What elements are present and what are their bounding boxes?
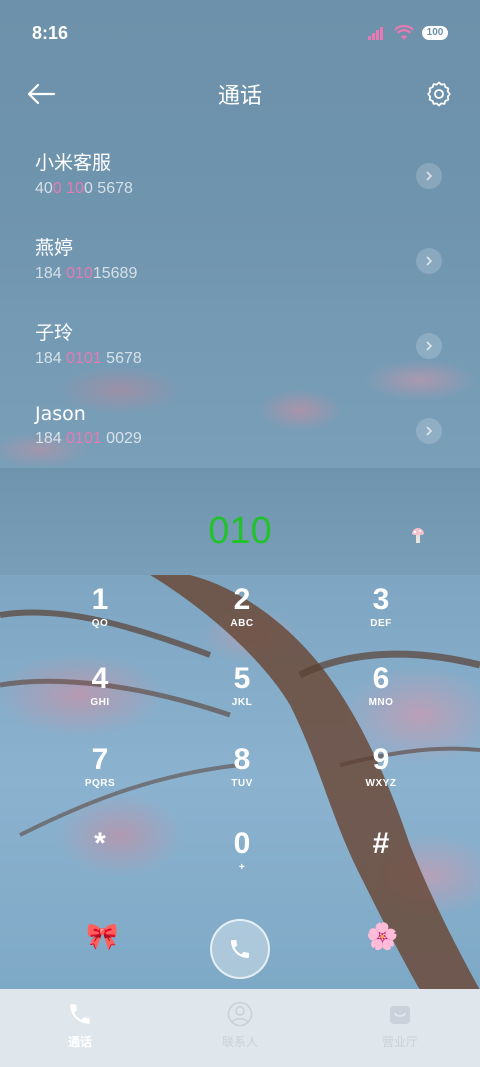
key-star[interactable]: * <box>40 826 160 896</box>
call-button[interactable] <box>210 919 270 979</box>
contact-detail-button[interactable] <box>416 163 442 189</box>
chevron-right-icon <box>426 256 433 266</box>
nav-contacts[interactable]: 联系人 <box>160 989 320 1067</box>
contact-name: Jason <box>35 403 86 425</box>
key-6[interactable]: 6 MNO <box>321 661 441 731</box>
arrow-left-icon <box>27 83 56 105</box>
contact-item[interactable]: 燕婷 184 01015689 <box>0 215 480 300</box>
contact-number: 184 01015689 <box>35 265 138 282</box>
key-8[interactable]: 8 TUV <box>182 742 302 812</box>
nav-label: 联系人 <box>221 1035 258 1049</box>
status-bar: 8:16 100 <box>0 0 480 66</box>
nav-label: 营业厅 <box>381 1035 418 1049</box>
status-time: 8:16 <box>32 22 69 43</box>
delete-button[interactable] <box>408 526 428 546</box>
key-9[interactable]: 9 WXYZ <box>321 742 441 812</box>
contact-number: 400 100 5678 <box>35 180 133 197</box>
key-2[interactable]: 2 ABC <box>182 582 302 652</box>
flower-button[interactable]: 🌸 <box>366 922 398 952</box>
settings-button[interactable] <box>422 77 456 111</box>
contact-name: 子玲 <box>35 322 74 344</box>
contact-detail-button[interactable] <box>416 418 442 444</box>
battery-indicator: 100 <box>422 26 448 40</box>
nav-label: 通话 <box>67 1035 92 1049</box>
status-icons: 100 <box>368 25 448 41</box>
wifi-icon <box>394 25 414 40</box>
key-7[interactable]: 7 PQRS <box>40 742 160 812</box>
key-hash[interactable]: # <box>321 826 441 896</box>
bottom-nav: 通话 联系人 营业厅 <box>0 989 480 1067</box>
chevron-right-icon <box>426 341 433 351</box>
contact-name: 小米客服 <box>35 152 112 174</box>
key-0[interactable]: 0 + <box>182 826 302 896</box>
chevron-right-icon <box>426 171 433 181</box>
contact-detail-button[interactable] <box>416 248 442 274</box>
gear-icon <box>427 81 451 107</box>
key-5[interactable]: 5 JKL <box>182 661 302 731</box>
bow-button[interactable]: 🎀 <box>86 922 118 952</box>
contact-item[interactable]: 小米客服 400 100 5678 <box>0 130 480 215</box>
person-icon <box>227 1001 253 1027</box>
nav-store[interactable]: 营业厅 <box>320 989 480 1067</box>
contact-detail-button[interactable] <box>416 333 442 359</box>
contact-number: 184 0101 0029 <box>35 430 142 447</box>
header: 通话 <box>0 66 480 122</box>
page-title: 通话 <box>217 84 262 109</box>
contact-item[interactable]: 子玲 184 0101 5678 <box>0 300 480 385</box>
contact-name: 燕婷 <box>35 237 74 259</box>
key-3[interactable]: 3 DEF <box>321 582 441 652</box>
chevron-right-icon <box>426 426 433 436</box>
phone-icon <box>70 1004 90 1024</box>
contact-list: 小米客服 400 100 5678 燕婷 184 01015689 子玲 184… <box>0 130 480 470</box>
store-icon <box>390 1006 410 1024</box>
back-button[interactable] <box>24 77 58 111</box>
signal-icon <box>368 27 383 40</box>
key-4[interactable]: 4 GHI <box>40 661 160 731</box>
nav-calls[interactable]: 通话 <box>0 989 160 1067</box>
key-1[interactable]: 1 QO <box>40 582 160 652</box>
phone-icon <box>231 940 249 958</box>
contact-number: 184 0101 5678 <box>35 350 142 367</box>
contact-item[interactable]: Jason 184 0101 0029 <box>0 385 480 470</box>
